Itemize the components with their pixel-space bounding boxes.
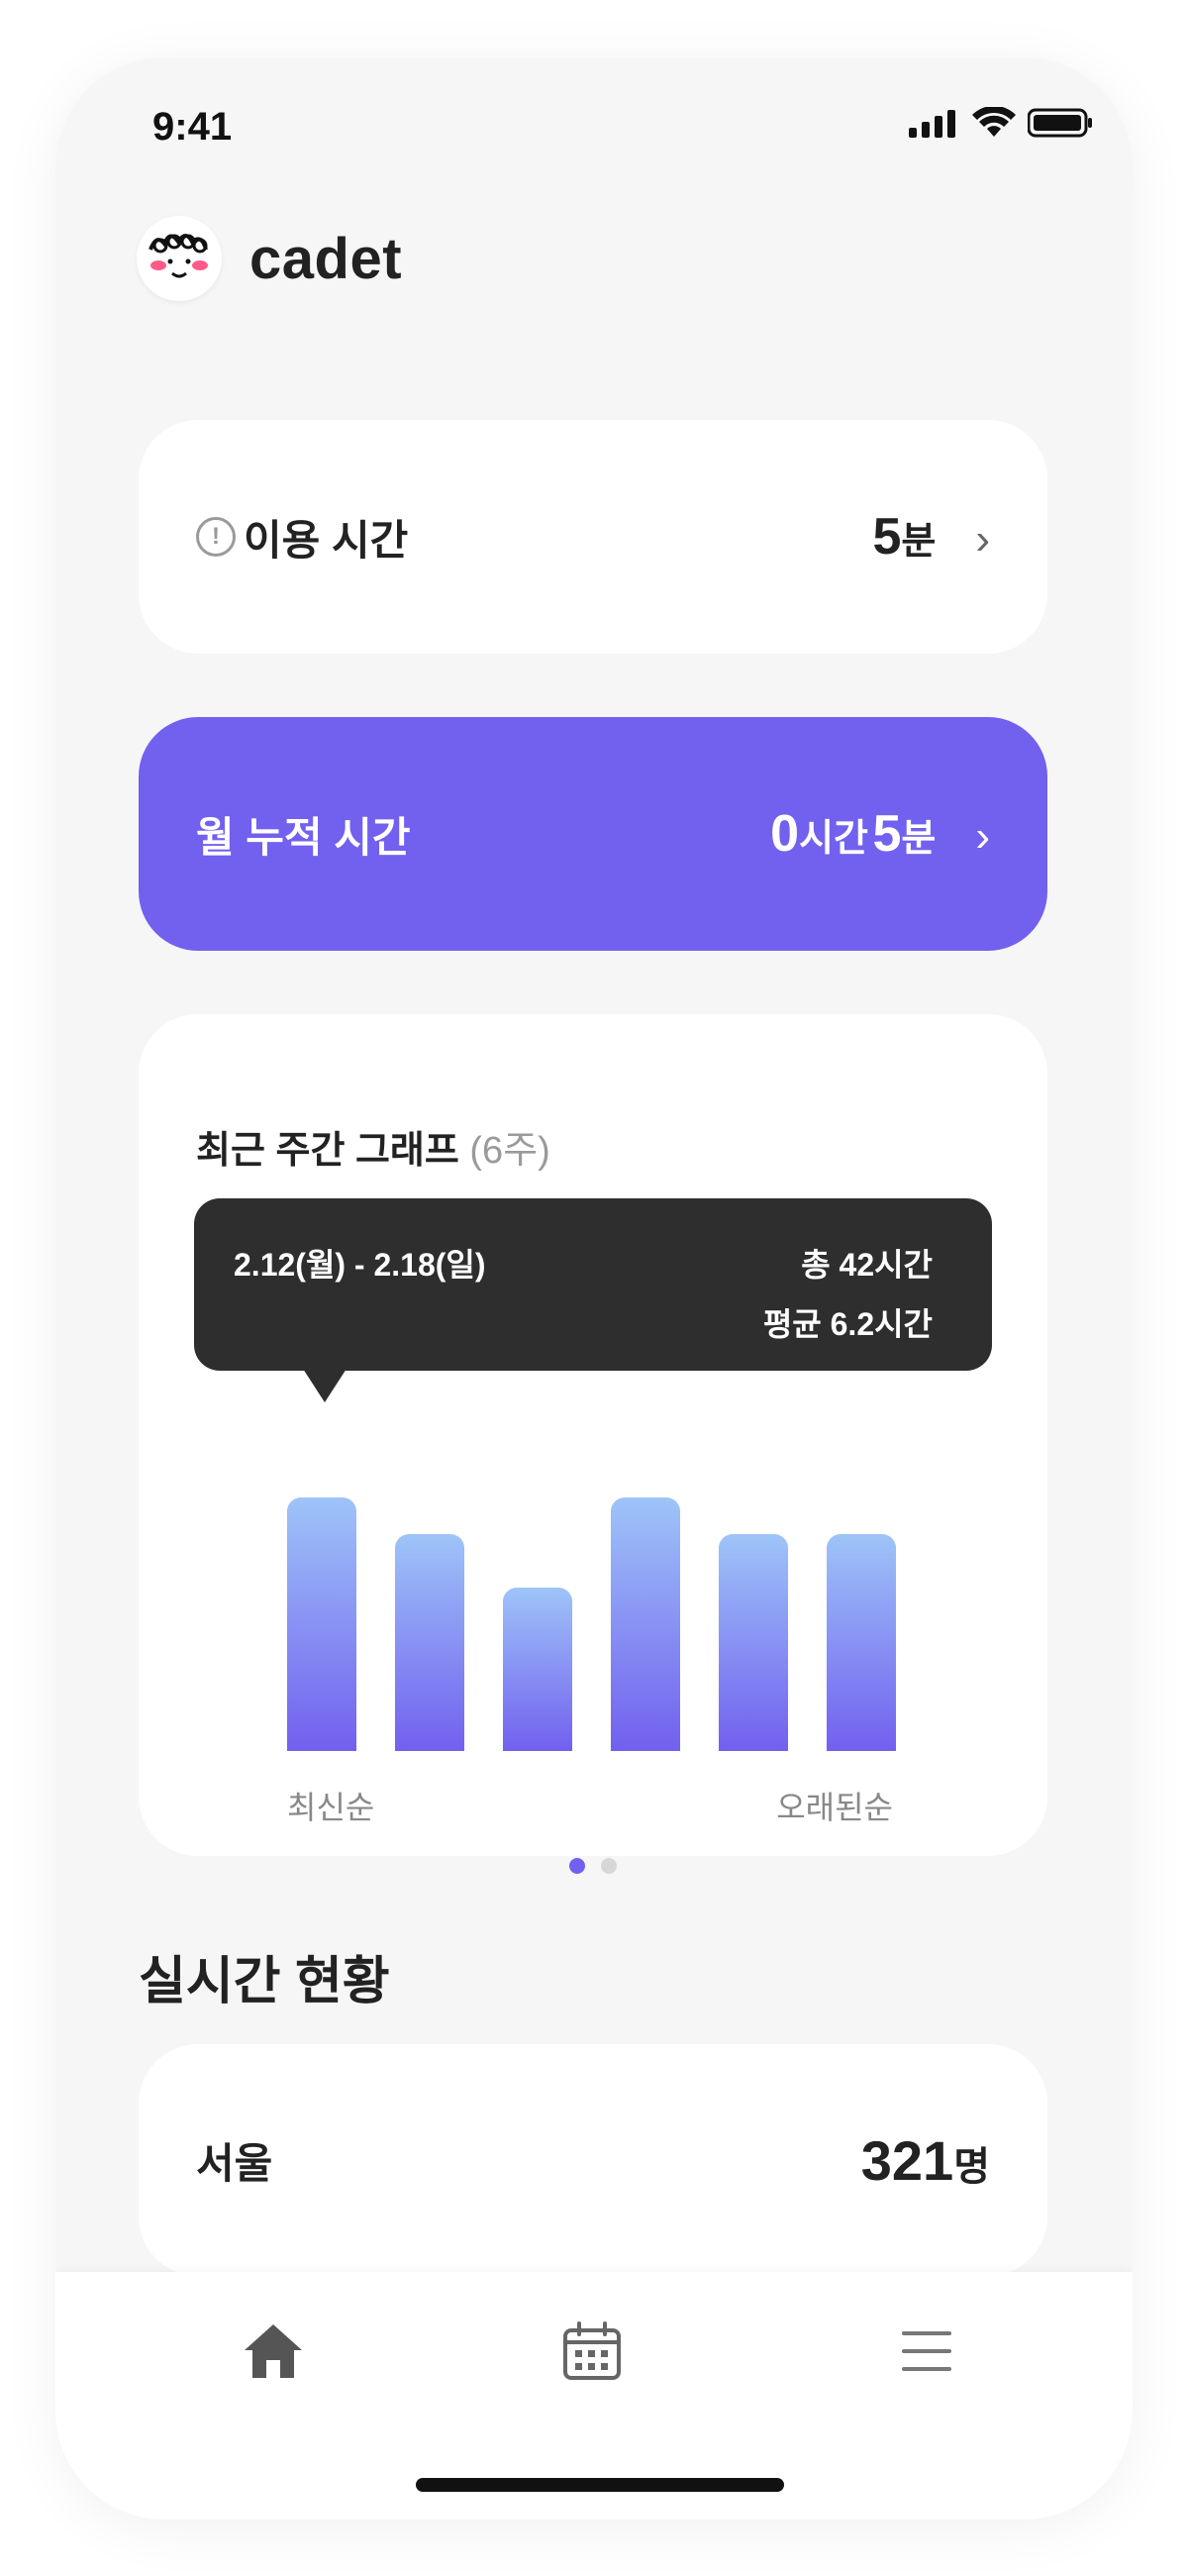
chart-bar[interactable] (827, 1534, 896, 1751)
usage-unit: 분 (901, 521, 937, 563)
monthly-total-card[interactable]: 월 누적 시간 0시간 5분 › (139, 717, 1047, 951)
avatar[interactable] (137, 216, 222, 301)
calendar-icon (563, 2321, 621, 2380)
city-count: 321 (860, 2128, 954, 2192)
axis-oldest-label: 오래된순 (776, 1790, 893, 1825)
axis-newest-label: 최신순 (287, 1790, 375, 1825)
chart-bar[interactable] (395, 1534, 464, 1751)
phone-frame: 9:41 cadet ! 이용 시간 5분 › 월 누적 시간 0시간 5분 ›… (55, 57, 1133, 2520)
info-icon[interactable]: ! (196, 517, 236, 557)
city-label: 서울 (196, 2139, 273, 2187)
status-time: 9:41 (152, 105, 233, 149)
home-icon (245, 2324, 302, 2378)
monthly-hours-unit: 시간 (799, 818, 868, 860)
realtime-city-card[interactable]: 서울 321명 (139, 2044, 1047, 2276)
tab-home[interactable] (234, 2312, 313, 2391)
weekly-graph-card: 최근 주간 그래프 (6주) 2.12(월) - 2.18(일) 총 42시간 … (139, 1014, 1047, 1874)
monthly-minutes: 5 (872, 805, 902, 863)
usage-time-card[interactable]: ! 이용 시간 5분 › (139, 420, 1047, 654)
app-header: cadet (137, 216, 402, 301)
page-dot[interactable] (569, 1858, 585, 1874)
chart-bar[interactable] (719, 1534, 788, 1751)
character-logo-icon (148, 234, 208, 278)
tab-calendar[interactable] (552, 2312, 632, 2391)
chevron-right-icon[interactable]: › (975, 812, 990, 862)
page-indicator (139, 1858, 1047, 1874)
signal-icon (909, 108, 960, 143)
battery-icon (1027, 108, 1093, 143)
tab-menu[interactable] (887, 2312, 966, 2391)
home-indicator (416, 2478, 784, 2492)
chart-bar[interactable] (287, 1497, 356, 1751)
city-count-unit: 명 (953, 2144, 990, 2189)
wifi-icon (972, 105, 1016, 144)
chart-bar[interactable] (611, 1497, 680, 1751)
menu-icon (902, 2331, 951, 2371)
status-icons (909, 105, 1093, 144)
usage-label: 이용 시간 (244, 516, 409, 564)
chart-bar[interactable] (503, 1588, 572, 1751)
app-title: cadet (249, 226, 403, 291)
weekly-bar-chart (287, 1014, 901, 1751)
usage-value: 5 (872, 508, 902, 566)
monthly-hours: 0 (770, 805, 800, 863)
page-dot[interactable] (601, 1858, 617, 1874)
monthly-minutes-unit: 분 (901, 818, 937, 860)
monthly-label: 월 누적 시간 (196, 813, 411, 861)
realtime-section-title: 실시간 현황 (139, 1953, 390, 2010)
chevron-right-icon[interactable]: › (975, 515, 990, 565)
